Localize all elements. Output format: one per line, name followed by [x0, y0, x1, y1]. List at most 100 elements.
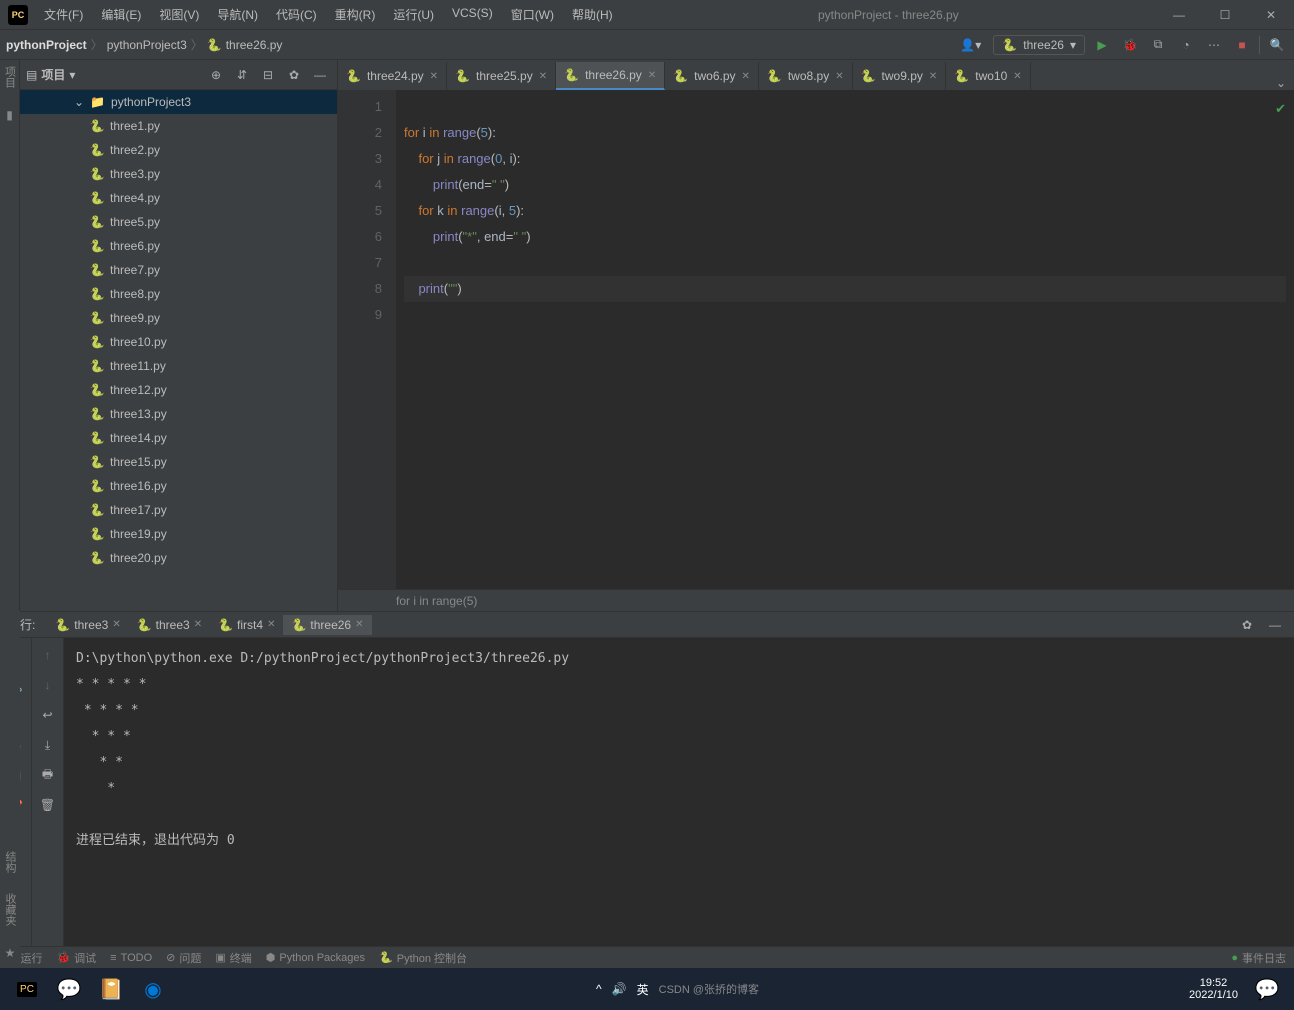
tray-volume-icon[interactable]: 🔊: [612, 982, 627, 996]
menu-code[interactable]: 代码(C): [268, 2, 325, 27]
run-configuration-dropdown[interactable]: 🐍 three26 ▾: [993, 35, 1085, 55]
crumb-root[interactable]: pythonProject: [6, 38, 87, 52]
code-line[interactable]: [404, 250, 1286, 276]
close-tab-icon[interactable]: ✕: [194, 619, 202, 630]
debug-button[interactable]: 🐞: [1119, 34, 1141, 56]
run-button[interactable]: ▶: [1091, 34, 1113, 56]
tree-file[interactable]: 🐍three7.py: [20, 258, 337, 282]
code-line[interactable]: print(end=" "): [404, 172, 1286, 198]
tree-file[interactable]: 🐍three17.py: [20, 498, 337, 522]
chevron-down-icon[interactable]: ▾: [69, 68, 75, 82]
favorites-tool-button[interactable]: 收藏夹: [2, 893, 18, 926]
scroll-to-end-icon[interactable]: ⤓: [37, 734, 59, 756]
star-icon[interactable]: ★: [5, 946, 16, 960]
run-tab[interactable]: 🐍three3✕: [129, 615, 210, 635]
todo-tool-button[interactable]: ≡TODO: [110, 952, 152, 964]
taskbar-notepad-icon[interactable]: 📔: [90, 968, 132, 1010]
settings-icon[interactable]: ✿: [283, 64, 305, 86]
menu-help[interactable]: 帮助(H): [564, 2, 621, 27]
search-button[interactable]: 🔍: [1266, 34, 1288, 56]
problems-tool-button[interactable]: ⊘问题: [166, 950, 201, 966]
menu-view[interactable]: 视图(V): [151, 2, 207, 27]
close-button[interactable]: ✕: [1248, 0, 1294, 30]
close-tab-icon[interactable]: ✕: [929, 71, 937, 82]
tree-folder[interactable]: ⌄ 📁 pythonProject3: [20, 90, 337, 114]
close-tab-icon[interactable]: ✕: [112, 619, 120, 630]
menu-nav[interactable]: 导航(N): [209, 2, 266, 27]
close-tab-icon[interactable]: ✕: [835, 71, 843, 82]
close-tab-icon[interactable]: ✕: [355, 619, 363, 630]
profile-button[interactable]: ◔: [1175, 34, 1197, 56]
tree-file[interactable]: 🐍three10.py: [20, 330, 337, 354]
project-tool-button[interactable]: 项目: [2, 66, 18, 88]
event-log-button[interactable]: ●事件日志: [1231, 950, 1286, 966]
editor-tab[interactable]: 🐍three24.py✕: [338, 62, 447, 90]
tree-file[interactable]: 🐍three8.py: [20, 282, 337, 306]
tree-file[interactable]: 🐍three4.py: [20, 186, 337, 210]
tree-file[interactable]: 🐍three19.py: [20, 522, 337, 546]
code-line[interactable]: for k in range(i, 5):: [404, 198, 1286, 224]
select-opened-file-icon[interactable]: ⊕: [205, 64, 227, 86]
clear-icon[interactable]: 🗑: [37, 794, 59, 816]
crumb-file[interactable]: three26.py: [226, 38, 283, 52]
run-settings-icon[interactable]: ✿: [1236, 614, 1258, 636]
hide-panel-icon[interactable]: —: [309, 64, 331, 86]
close-tab-icon[interactable]: ✕: [539, 71, 547, 82]
collapse-all-icon[interactable]: ⊟: [257, 64, 279, 86]
inspection-ok-icon[interactable]: ✔: [1275, 96, 1286, 122]
menu-refactor[interactable]: 重构(R): [327, 2, 384, 27]
editor-tab[interactable]: 🐍two8.py✕: [759, 62, 853, 90]
taskbar-clock[interactable]: 19:52 2022/1/10: [1181, 977, 1246, 1001]
tree-file[interactable]: 🐍three9.py: [20, 306, 337, 330]
menu-window[interactable]: 窗口(W): [503, 2, 562, 27]
minimize-button[interactable]: —: [1156, 0, 1202, 30]
tree-file[interactable]: 🐍three15.py: [20, 450, 337, 474]
menu-file[interactable]: 文件(F): [36, 2, 91, 27]
menu-run[interactable]: 运行(U): [385, 2, 442, 27]
close-tab-icon[interactable]: ✕: [1013, 71, 1021, 82]
bookmarks-icon[interactable]: ▮: [6, 108, 13, 122]
menu-edit[interactable]: 编辑(E): [93, 2, 149, 27]
expand-all-icon[interactable]: ⇵: [231, 64, 253, 86]
down-icon[interactable]: ↓: [37, 674, 59, 696]
code-breadcrumb[interactable]: for i in range(5): [338, 589, 1294, 611]
tree-file[interactable]: 🐍three5.py: [20, 210, 337, 234]
tray-lang[interactable]: 英: [637, 981, 649, 998]
structure-tool-button[interactable]: 结构: [2, 851, 18, 873]
code-line[interactable]: for j in range(0, i):: [404, 146, 1286, 172]
python-console-tool-button[interactable]: 🐍Python 控制台: [379, 950, 467, 966]
menu-vcs[interactable]: VCS(S): [444, 2, 501, 27]
code-editor[interactable]: 123456789 ✔ for i in range(5): for j in …: [338, 90, 1294, 589]
editor-tab[interactable]: 🐍two9.py✕: [853, 62, 947, 90]
close-tab-icon[interactable]: ✕: [267, 619, 275, 630]
attach-button[interactable]: ⋯: [1203, 34, 1225, 56]
soft-wrap-icon[interactable]: ↩: [37, 704, 59, 726]
editor-tab[interactable]: 🐍three26.py✕: [556, 62, 665, 90]
editor-tab[interactable]: 🐍two10✕: [946, 62, 1030, 90]
tree-file[interactable]: 🐍three2.py: [20, 138, 337, 162]
stop-button[interactable]: ■: [1231, 34, 1253, 56]
tree-file[interactable]: 🐍three11.py: [20, 354, 337, 378]
code-line[interactable]: [404, 94, 1286, 120]
tree-file[interactable]: 🐍three20.py: [20, 546, 337, 570]
close-tab-icon[interactable]: ✕: [430, 71, 438, 82]
run-tab[interactable]: 🐍first4✕: [210, 615, 283, 635]
more-tabs-icon[interactable]: ⌄: [1268, 76, 1294, 90]
print-icon[interactable]: 🖶: [37, 764, 59, 786]
tree-file[interactable]: 🐍three12.py: [20, 378, 337, 402]
taskbar-wechat-icon[interactable]: 💬: [48, 968, 90, 1010]
terminal-tool-button[interactable]: ▣终端: [215, 950, 251, 966]
taskbar-edge-icon[interactable]: ◉: [132, 968, 174, 1010]
up-icon[interactable]: ↑: [37, 644, 59, 666]
tree-file[interactable]: 🐍three3.py: [20, 162, 337, 186]
close-tab-icon[interactable]: ✕: [742, 71, 750, 82]
python-packages-tool-button[interactable]: ⬢Python Packages: [266, 951, 365, 964]
tree-file[interactable]: 🐍three14.py: [20, 426, 337, 450]
project-tree[interactable]: ⌄ 📁 pythonProject3 🐍three1.py🐍three2.py🐍…: [20, 90, 337, 611]
tree-file[interactable]: 🐍three6.py: [20, 234, 337, 258]
hide-run-panel-icon[interactable]: —: [1264, 614, 1286, 636]
console-output[interactable]: D:\python\python.exe D:/pythonProject/py…: [64, 638, 1294, 946]
user-icon[interactable]: 👤▾: [954, 35, 987, 55]
code-line[interactable]: [404, 302, 1286, 328]
run-tab[interactable]: 🐍three3✕: [47, 615, 128, 635]
